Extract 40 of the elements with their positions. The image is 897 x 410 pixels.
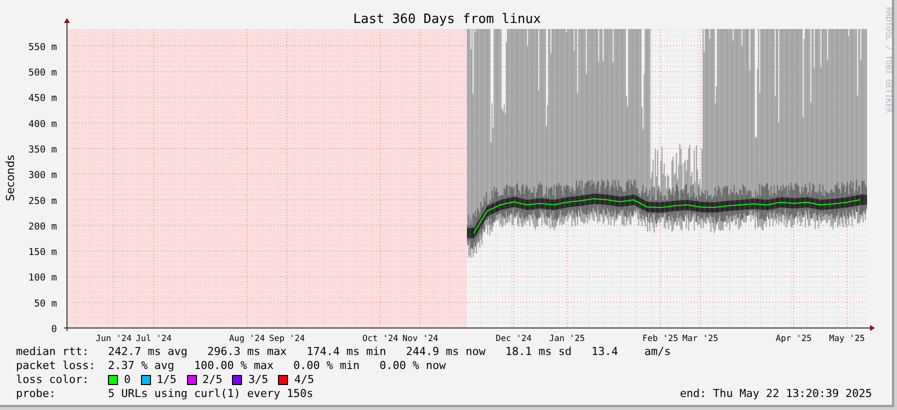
legend-label: median rtt:	[16, 345, 90, 359]
legend-item-label: 3/5	[248, 373, 268, 387]
y-tick-label: 450 m	[28, 93, 57, 104]
y-tick-label: 550 m	[28, 42, 57, 53]
x-tick-label: Jul '24	[136, 334, 172, 344]
x-tick-label: Nov '24	[402, 334, 438, 344]
x-tick-label: Feb '25	[642, 334, 678, 344]
y-tick-label: 500 m	[28, 68, 57, 79]
y-tick-label: 300 m	[28, 170, 57, 182]
x-tick-label: Oct '24	[362, 334, 398, 344]
y-tick-label: 400 m	[28, 118, 57, 130]
x-tick-label: Sep '24	[269, 334, 305, 344]
legend-value: 5 URLs using curl(1) every 150s	[108, 387, 314, 401]
x-tick-label: May '25	[829, 334, 865, 344]
legend-item-label: 4/5	[294, 373, 314, 387]
y-tick-label: 350 m	[28, 144, 57, 156]
y-tick-label: 0	[51, 324, 57, 335]
legend-value: 2.37 % avg 100.00 % max 0.00 % min 0.00 % now	[108, 359, 446, 373]
end-time: end: Thu May 22 13:20:39 2025	[680, 387, 872, 401]
legend-item-label: 2/5	[202, 373, 222, 387]
x-tick-label: Apr '25	[776, 334, 812, 344]
x-tick-label: Jan '25	[549, 334, 585, 344]
credit-label: RRDTOOL / TOBI OETIKER	[884, 7, 893, 113]
legend-item-label: 1/5	[156, 373, 176, 387]
x-tick-label: Aug '24	[229, 334, 265, 344]
y-tick-label: 50 m	[34, 298, 57, 310]
legend-label: packet loss:	[16, 359, 96, 373]
x-tick-label: Mar '25	[682, 334, 718, 344]
y-tick-label: 100 m	[28, 272, 57, 284]
y-tick-label: 250 m	[28, 196, 57, 207]
y-tick-label: 150 m	[28, 247, 57, 258]
x-tick-label: Jun '24	[96, 334, 132, 344]
legend-item-label: 0	[124, 373, 131, 387]
legend-value: 242.7 ms avg 296.3 ms max 174.4 ms min 244.9 ms now 18.1 ms sd 13.4 am/s	[108, 345, 671, 359]
x-tick-label: Dec '24	[496, 334, 532, 344]
legend-label: probe:	[16, 387, 57, 401]
chart-title: Last 360 Days from linux	[353, 12, 541, 27]
legend-label: loss color:	[16, 373, 90, 387]
axis-title: Seconds	[4, 154, 17, 202]
y-tick-label: 200 m	[28, 221, 57, 232]
